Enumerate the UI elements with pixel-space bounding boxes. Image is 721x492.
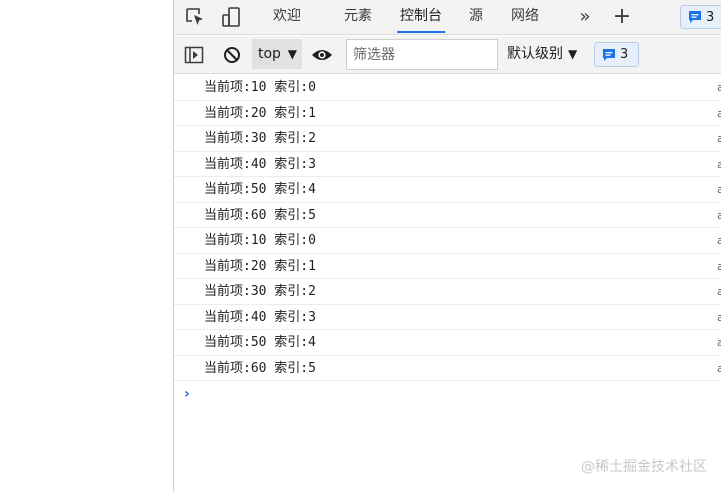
more-tabs-icon[interactable]: » <box>574 0 596 35</box>
log-source-link[interactable]: a <box>717 330 721 355</box>
messages-count: 3 <box>706 9 715 25</box>
console-toolbar: top ▼ 默认级别 ▼ 3 <box>174 36 721 74</box>
log-source-link[interactable]: a <box>717 203 721 228</box>
log-message: 当前项:50 索引:4 <box>204 182 316 197</box>
log-entry: 当前项:40 索引:3 a <box>174 152 721 177</box>
log-entry: 当前项:20 索引:1 a <box>174 254 721 279</box>
log-source-link[interactable]: a <box>717 228 721 253</box>
log-entry: 当前项:40 索引:3 a <box>174 305 721 330</box>
clear-console-icon[interactable] <box>220 43 244 67</box>
log-source-link[interactable]: a <box>717 101 721 126</box>
context-value: top <box>258 46 281 62</box>
issues-count: 3 <box>620 47 629 62</box>
add-tab-icon[interactable]: + <box>611 0 633 35</box>
log-source-link[interactable]: a <box>717 305 721 330</box>
log-entry: 当前项:10 索引:0 a <box>174 75 721 101</box>
log-message: 当前项:60 索引:5 <box>204 360 316 376</box>
device-emulation-icon[interactable] <box>218 5 244 29</box>
message-icon <box>689 11 701 23</box>
log-entry: 当前项:30 索引:2 a <box>174 279 721 305</box>
devtools-tab-bar: 欢迎 元素 控制台 源 网络 » + 3 <box>174 0 721 35</box>
tab-sources[interactable]: 源 <box>462 0 490 35</box>
log-message: 当前项:10 索引:0 <box>204 80 316 95</box>
tab-elements[interactable]: 元素 <box>336 0 380 35</box>
devtools-panel: 欢迎 元素 控制台 源 网络 » + 3 top ▼ 筛选器 默认级别 ▼ 3 … <box>174 0 721 492</box>
log-source-link[interactable]: a <box>717 356 721 381</box>
log-message: 当前项:10 索引:0 <box>204 233 316 248</box>
log-source-link[interactable]: a <box>717 126 721 151</box>
log-entry: 当前项:50 索引:4 a <box>174 330 721 356</box>
console-output: 当前项:10 索引:0 a 当前项:20 索引:1 a 当前项:30 索引:2 a 当… <box>174 75 721 407</box>
log-entry: 当前项:10 索引:0 a <box>174 228 721 254</box>
console-prompt[interactable]: › <box>174 381 721 407</box>
tab-console[interactable]: 控制台 <box>397 0 445 35</box>
watermark: @稀土掘金技术社区 <box>581 459 707 475</box>
log-source-link[interactable]: a <box>717 279 721 304</box>
messages-badge[interactable]: 3 <box>680 5 721 29</box>
log-levels-dropdown[interactable]: 默认级别 ▼ <box>507 39 577 69</box>
log-message: 当前项:60 索引:5 <box>204 207 316 223</box>
log-message: 当前项:40 索引:3 <box>204 309 316 325</box>
tab-welcome[interactable]: 欢迎 <box>264 0 310 35</box>
log-message: 当前项:40 索引:3 <box>204 156 316 172</box>
context-selector[interactable]: top ▼ <box>252 39 302 69</box>
log-message: 当前项:20 索引:1 <box>204 105 316 121</box>
log-message: 当前项:20 索引:1 <box>204 258 316 274</box>
context-dropdown-icon: ▼ <box>287 47 297 61</box>
inspect-element-icon[interactable] <box>182 5 208 29</box>
log-source-link[interactable]: a <box>717 177 721 202</box>
log-source-link[interactable]: a <box>717 75 721 100</box>
log-message: 当前项:50 索引:4 <box>204 335 316 350</box>
issues-badge[interactable]: 3 <box>594 42 639 67</box>
log-levels-dropdown-icon: ▼ <box>568 47 578 61</box>
log-entry: 当前项:50 索引:4 a <box>174 177 721 203</box>
log-entry: 当前项:60 索引:5 a <box>174 356 721 381</box>
prompt-chevron-icon: › <box>184 386 190 402</box>
tab-network[interactable]: 网络 <box>503 0 547 35</box>
log-entry: 当前项:20 索引:1 a <box>174 101 721 126</box>
log-message: 当前项:30 索引:2 <box>204 131 316 146</box>
page-blank-area <box>0 0 173 492</box>
message-icon <box>603 48 615 61</box>
live-expression-eye-icon[interactable] <box>310 43 334 67</box>
log-message: 当前项:30 索引:2 <box>204 284 316 299</box>
show-sidebar-icon[interactable] <box>182 43 206 67</box>
log-source-link[interactable]: a <box>717 254 721 279</box>
log-levels-label: 默认级别 <box>507 46 563 62</box>
log-source-link[interactable]: a <box>717 152 721 177</box>
filter-input[interactable] <box>346 39 498 70</box>
log-entry: 当前项:30 索引:2 a <box>174 126 721 152</box>
log-entry: 当前项:60 索引:5 a <box>174 203 721 228</box>
